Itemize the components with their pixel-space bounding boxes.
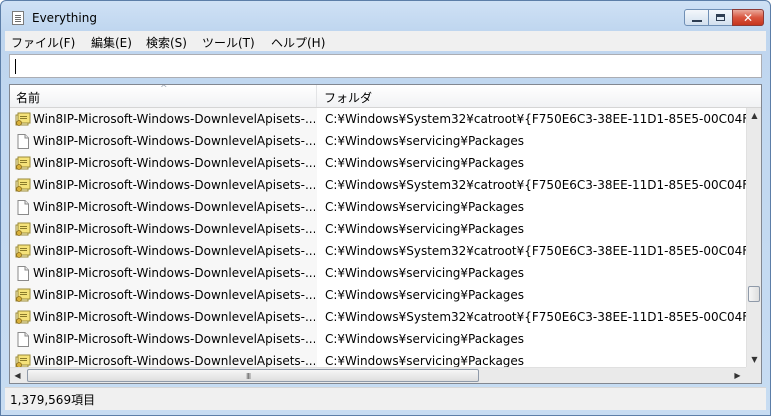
sort-ascending-icon: ^ bbox=[160, 84, 168, 94]
name-cell: Win8IP-Microsoft-Windows-DownlevelApiset… bbox=[10, 130, 317, 152]
window-title: Everything bbox=[32, 11, 97, 25]
main-window: Everything ✕ ファイル(F) 編集(E) 検索(S) ツール(T) … bbox=[0, 0, 771, 416]
list-item[interactable]: Win8IP-Microsoft-Windows-DownlevelApiset… bbox=[10, 328, 746, 350]
folder-path: C:¥Windows¥servicing¥Packages bbox=[325, 200, 525, 214]
folder-path: C:¥Windows¥servicing¥Packages bbox=[325, 222, 525, 236]
horizontal-scrollbar[interactable]: ◀ III ▶ bbox=[10, 367, 746, 383]
menu-tools[interactable]: ツール(T) bbox=[202, 34, 255, 51]
horizontal-scroll-thumb[interactable]: III bbox=[27, 369, 479, 382]
catalog-icon bbox=[15, 244, 31, 259]
text-caret bbox=[15, 59, 16, 74]
file-icon bbox=[15, 200, 31, 215]
folder-path: C:¥Windows¥servicing¥Packages bbox=[325, 266, 525, 280]
results-list[interactable]: ^ 名前 フォルダ Win8IP-Microsoft-Windows-Downl… bbox=[9, 84, 762, 384]
folder-path: C:¥Windows¥servicing¥Packages bbox=[325, 134, 525, 148]
close-button[interactable]: ✕ bbox=[732, 9, 764, 26]
name-cell: Win8IP-Microsoft-Windows-DownlevelApiset… bbox=[10, 196, 317, 218]
menu-bar: ファイル(F) 編集(E) 検索(S) ツール(T) ヘルプ(H) bbox=[5, 31, 766, 51]
name-cell: Win8IP-Microsoft-Windows-DownlevelApiset… bbox=[10, 174, 317, 196]
file-name: Win8IP-Microsoft-Windows-DownlevelApiset… bbox=[33, 310, 315, 324]
list-item[interactable]: Win8IP-Microsoft-Windows-DownlevelApiset… bbox=[10, 240, 746, 262]
folder-path: C:¥Windows¥System32¥catroot¥{F750E6C3-38… bbox=[325, 310, 746, 324]
list-rows: Win8IP-Microsoft-Windows-DownlevelApiset… bbox=[10, 108, 746, 372]
file-name: Win8IP-Microsoft-Windows-DownlevelApiset… bbox=[33, 134, 315, 148]
file-name: Win8IP-Microsoft-Windows-DownlevelApiset… bbox=[33, 266, 315, 280]
folder-path: C:¥Windows¥servicing¥Packages bbox=[325, 156, 525, 170]
catalog-icon bbox=[15, 222, 31, 237]
file-name: Win8IP-Microsoft-Windows-DownlevelApiset… bbox=[33, 200, 315, 214]
status-item-count: 1,379,569項目 bbox=[10, 393, 96, 407]
catalog-icon bbox=[15, 178, 31, 193]
status-bar: 1,379,569項目 bbox=[5, 387, 766, 410]
file-name: Win8IP-Microsoft-Windows-DownlevelApiset… bbox=[33, 222, 315, 236]
title-bar[interactable]: Everything ✕ bbox=[1, 1, 770, 31]
close-icon: ✕ bbox=[742, 11, 754, 25]
folder-path: C:¥Windows¥servicing¥Packages bbox=[325, 354, 525, 368]
file-icon bbox=[15, 332, 31, 347]
scroll-up-icon[interactable]: ▲ bbox=[747, 108, 761, 123]
menu-help[interactable]: ヘルプ(H) bbox=[271, 34, 325, 51]
menu-search[interactable]: 検索(S) bbox=[146, 34, 187, 51]
folder-path: C:¥Windows¥servicing¥Packages bbox=[325, 288, 525, 302]
name-cell: Win8IP-Microsoft-Windows-DownlevelApiset… bbox=[10, 284, 317, 306]
minimize-button[interactable] bbox=[684, 9, 709, 26]
folder-path: C:¥Windows¥System32¥catroot¥{F750E6C3-38… bbox=[325, 112, 746, 126]
name-cell: Win8IP-Microsoft-Windows-DownlevelApiset… bbox=[10, 306, 317, 328]
list-item[interactable]: Win8IP-Microsoft-Windows-DownlevelApiset… bbox=[10, 108, 746, 130]
list-item[interactable]: Win8IP-Microsoft-Windows-DownlevelApiset… bbox=[10, 196, 746, 218]
file-icon bbox=[15, 134, 31, 149]
scroll-left-icon[interactable]: ◀ bbox=[10, 368, 25, 383]
name-cell: Win8IP-Microsoft-Windows-DownlevelApiset… bbox=[10, 108, 317, 130]
column-header-folder[interactable]: フォルダ bbox=[318, 85, 748, 107]
catalog-icon bbox=[15, 310, 31, 325]
list-item[interactable]: Win8IP-Microsoft-Windows-DownlevelApiset… bbox=[10, 152, 746, 174]
catalog-icon bbox=[15, 288, 31, 303]
scroll-grip-icon: III bbox=[246, 372, 251, 381]
name-cell: Win8IP-Microsoft-Windows-DownlevelApiset… bbox=[10, 262, 317, 284]
file-name: Win8IP-Microsoft-Windows-DownlevelApiset… bbox=[33, 112, 315, 126]
list-item[interactable]: Win8IP-Microsoft-Windows-DownlevelApiset… bbox=[10, 306, 746, 328]
catalog-icon bbox=[15, 156, 31, 171]
menu-edit[interactable]: 編集(E) bbox=[91, 34, 132, 51]
catalog-icon bbox=[15, 112, 31, 127]
maximize-icon bbox=[716, 14, 725, 21]
list-item[interactable]: Win8IP-Microsoft-Windows-DownlevelApiset… bbox=[10, 262, 746, 284]
vertical-scroll-thumb[interactable] bbox=[748, 286, 760, 302]
file-name: Win8IP-Microsoft-Windows-DownlevelApiset… bbox=[33, 354, 315, 368]
scroll-right-icon[interactable]: ▶ bbox=[730, 368, 745, 383]
column-header-name[interactable]: ^ 名前 bbox=[10, 85, 317, 107]
folder-path: C:¥Windows¥servicing¥Packages bbox=[325, 332, 525, 346]
file-name: Win8IP-Microsoft-Windows-DownlevelApiset… bbox=[33, 288, 315, 302]
file-icon bbox=[15, 266, 31, 281]
file-name: Win8IP-Microsoft-Windows-DownlevelApiset… bbox=[33, 178, 315, 192]
column-header-folder-label: フォルダ bbox=[324, 91, 373, 105]
file-name: Win8IP-Microsoft-Windows-DownlevelApiset… bbox=[33, 156, 315, 170]
name-cell: Win8IP-Microsoft-Windows-DownlevelApiset… bbox=[10, 218, 317, 240]
file-name: Win8IP-Microsoft-Windows-DownlevelApiset… bbox=[33, 244, 315, 258]
file-name: Win8IP-Microsoft-Windows-DownlevelApiset… bbox=[33, 332, 315, 346]
list-item[interactable]: Win8IP-Microsoft-Windows-DownlevelApiset… bbox=[10, 130, 746, 152]
column-header-name-label: 名前 bbox=[16, 91, 41, 105]
maximize-button[interactable] bbox=[708, 9, 733, 26]
vertical-scrollbar[interactable]: ▲ ▼ bbox=[746, 108, 761, 367]
scroll-down-icon[interactable]: ▼ bbox=[747, 352, 761, 367]
list-item[interactable]: Win8IP-Microsoft-Windows-DownlevelApiset… bbox=[10, 174, 746, 196]
name-cell: Win8IP-Microsoft-Windows-DownlevelApiset… bbox=[10, 328, 317, 350]
scrollbar-corner bbox=[746, 367, 761, 383]
list-header: ^ 名前 フォルダ bbox=[10, 85, 761, 108]
minimize-icon bbox=[692, 20, 702, 22]
folder-path: C:¥Windows¥System32¥catroot¥{F750E6C3-38… bbox=[325, 244, 746, 258]
name-cell: Win8IP-Microsoft-Windows-DownlevelApiset… bbox=[10, 152, 317, 174]
name-cell: Win8IP-Microsoft-Windows-DownlevelApiset… bbox=[10, 240, 317, 262]
list-item[interactable]: Win8IP-Microsoft-Windows-DownlevelApiset… bbox=[10, 218, 746, 240]
folder-path: C:¥Windows¥System32¥catroot¥{F750E6C3-38… bbox=[325, 178, 746, 192]
menu-file[interactable]: ファイル(F) bbox=[11, 34, 75, 51]
search-input[interactable] bbox=[9, 54, 762, 78]
app-document-icon bbox=[12, 11, 24, 25]
caption-buttons: ✕ bbox=[684, 9, 764, 27]
list-item[interactable]: Win8IP-Microsoft-Windows-DownlevelApiset… bbox=[10, 284, 746, 306]
